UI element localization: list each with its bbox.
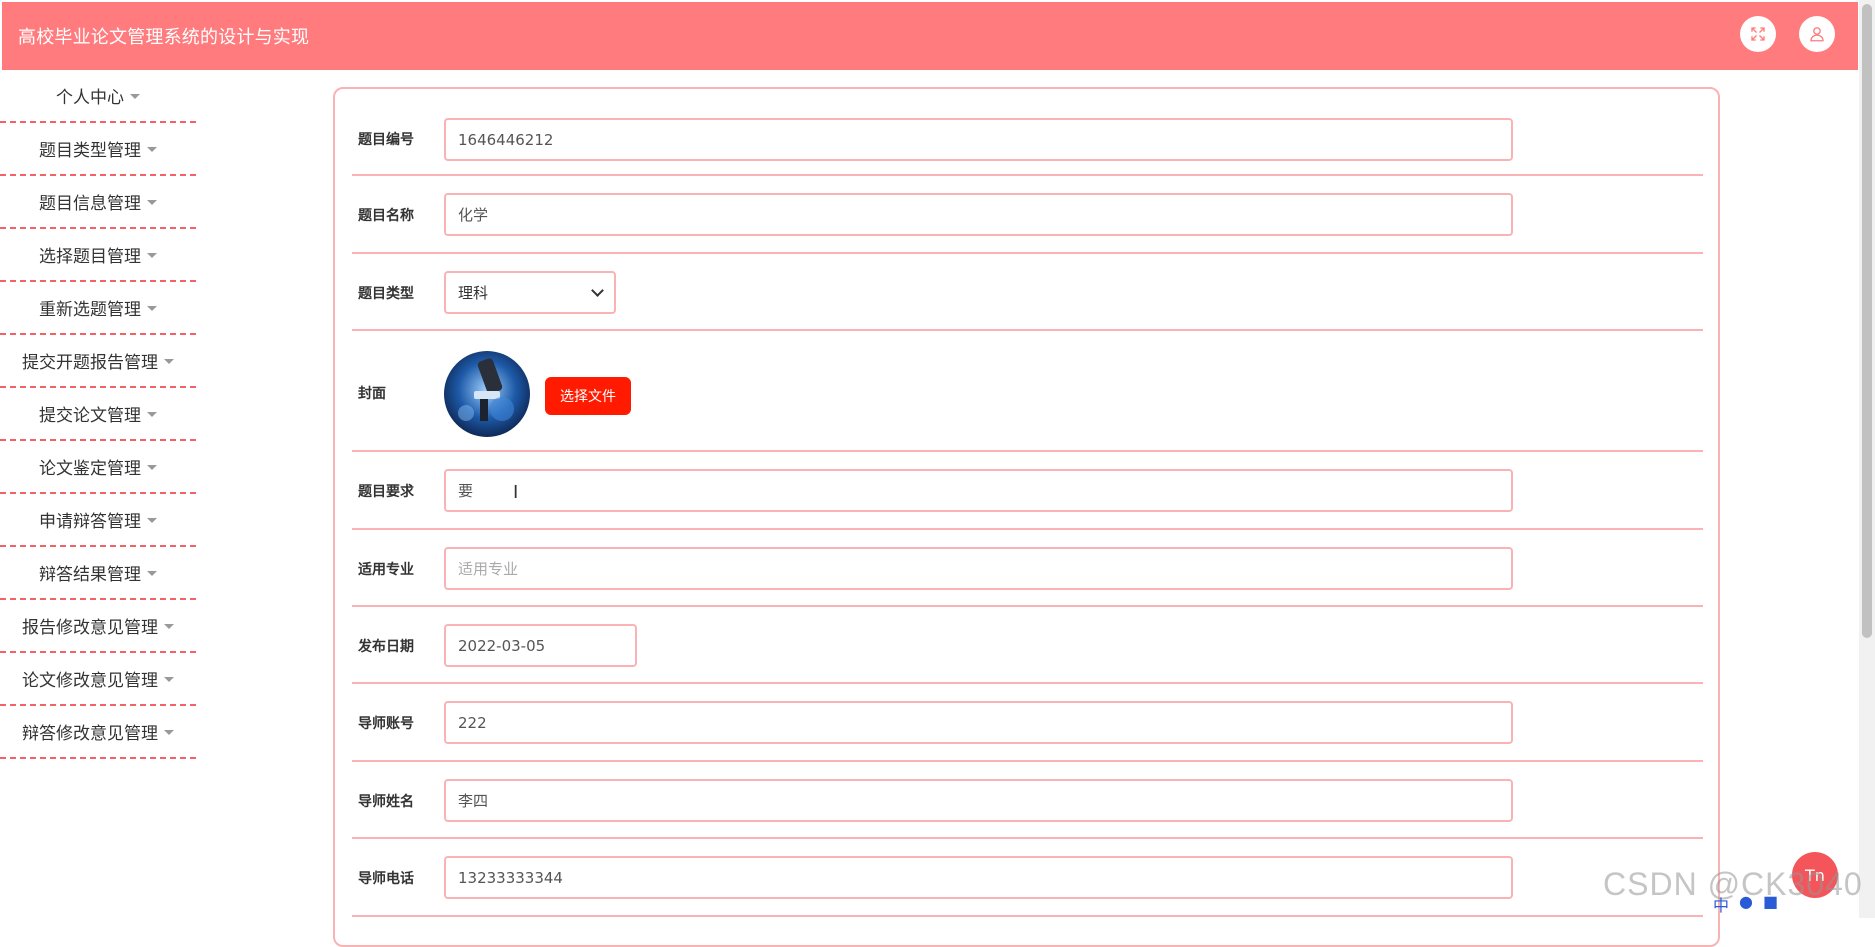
caret-down-icon (147, 253, 157, 258)
tutor-phone-input[interactable] (444, 856, 1513, 899)
publish-date-label: 发布日期 (358, 639, 414, 655)
sidebar-item-topic-type[interactable]: 题目类型管理 (0, 123, 196, 176)
topic-no-input[interactable] (444, 118, 1513, 161)
sidebar-item-personal-center[interactable]: 个人中心 (0, 70, 196, 123)
caret-down-icon (147, 412, 157, 417)
caret-down-icon (164, 359, 174, 364)
tutor-account-label: 导师账号 (358, 716, 414, 732)
caret-down-icon (164, 624, 174, 629)
sidebar-item-submit-thesis[interactable]: 提交论文管理 (0, 388, 196, 441)
topic-name-input[interactable] (444, 193, 1513, 236)
caret-down-icon (147, 306, 157, 311)
sidebar-menu: 个人中心 题目类型管理 题目信息管理 选择题目管理 重新选题管理 提交开题报告管… (0, 70, 200, 759)
microphone-icon[interactable]: ● (1739, 892, 1753, 916)
sidebar-item-label: 个人中心 (56, 88, 124, 108)
sidebar-item-label: 辩答修改意见管理 (22, 724, 158, 744)
fullscreen-button[interactable] (1740, 16, 1776, 52)
major-label: 适用专业 (358, 562, 414, 578)
microscope-image (444, 351, 530, 437)
form-row-topic-name: 题目名称 (352, 176, 1703, 254)
top-header: 高校毕业论文管理系统的设计与实现 (2, 2, 1858, 70)
topic-type-value: 理科 (458, 284, 489, 302)
cover-label: 封面 (358, 386, 386, 402)
caret-down-icon (147, 465, 157, 470)
caret-down-icon (130, 94, 140, 99)
form-row-tutor-name: 导师姓名 (352, 762, 1703, 839)
page-scrollbar[interactable] (1859, 0, 1875, 918)
fullscreen-icon (1751, 27, 1765, 41)
requirement-label: 题目要求 (358, 484, 414, 500)
sidebar-item-label: 申请辩答管理 (39, 512, 141, 532)
sidebar-item-label: 论文修改意见管理 (22, 671, 158, 691)
tutor-account-input[interactable] (444, 701, 1513, 744)
sidebar-item-label: 重新选题管理 (39, 300, 141, 320)
sidebar-item-defense-result[interactable]: 辩答结果管理 (0, 547, 196, 600)
form-row-requirement: 题目要求 (352, 452, 1703, 530)
sidebar-item-thesis-feedback[interactable]: 论文修改意见管理 (0, 653, 196, 706)
text-cursor-icon: I (513, 482, 519, 503)
sidebar-item-report-feedback[interactable]: 报告修改意见管理 (0, 600, 196, 653)
sidebar-item-label: 题目类型管理 (39, 141, 141, 161)
tutor-name-input[interactable] (444, 779, 1513, 822)
sidebar-item-defense-feedback[interactable]: 辩答修改意见管理 (0, 706, 196, 759)
sidebar-item-label: 提交论文管理 (39, 406, 141, 426)
form-row-tutor-phone: 导师电话 (352, 839, 1703, 917)
topic-name-label: 题目名称 (358, 208, 414, 224)
caret-down-icon (147, 147, 157, 152)
ime-indicator[interactable]: 中 (1713, 892, 1729, 916)
form-row-topic-no: 题目编号 (352, 105, 1703, 176)
form-row-publish-date: 发布日期 (352, 607, 1703, 684)
tutor-phone-label: 导师电话 (358, 871, 414, 887)
publish-date-input[interactable] (444, 624, 637, 667)
system-tray: 中 ● ■ (1713, 892, 1778, 916)
sidebar-item-defense-apply[interactable]: 申请辩答管理 (0, 494, 196, 547)
topic-type-label: 题目类型 (358, 286, 414, 302)
sidebar-item-reselect-topic[interactable]: 重新选题管理 (0, 282, 196, 335)
choose-file-button[interactable]: 选择文件 (545, 377, 631, 415)
caret-down-icon (147, 518, 157, 523)
form-row-tutor-account: 导师账号 (352, 684, 1703, 762)
topic-type-select[interactable]: 理科 (444, 271, 616, 314)
caret-down-icon (147, 200, 157, 205)
requirement-input[interactable] (444, 469, 1513, 512)
user-icon (1810, 27, 1824, 42)
caret-down-icon (147, 571, 157, 576)
form-row-topic-type: 题目类型 理科 (352, 254, 1703, 331)
sidebar-item-label: 论文鉴定管理 (39, 459, 141, 479)
chevron-down-icon (591, 284, 604, 297)
scrollbar-thumb[interactable] (1862, 4, 1872, 638)
major-input[interactable] (444, 547, 1513, 590)
sidebar-item-topic-info[interactable]: 题目信息管理 (0, 176, 196, 229)
topic-edit-form: 题目编号 题目名称 题目类型 理科 封面 (333, 87, 1720, 947)
form-row-major: 适用专业 (352, 530, 1703, 607)
sidebar-item-label: 提交开题报告管理 (22, 353, 158, 373)
sidebar-item-select-topic[interactable]: 选择题目管理 (0, 229, 196, 282)
user-button[interactable] (1799, 16, 1835, 52)
cover-image (444, 351, 530, 437)
sidebar-item-label: 选择题目管理 (39, 247, 141, 267)
topic-no-label: 题目编号 (358, 132, 414, 148)
settings-icon[interactable]: ■ (1763, 892, 1778, 916)
caret-down-icon (164, 677, 174, 682)
tutor-name-label: 导师姓名 (358, 794, 414, 810)
form-row-cover: 封面 选择文件 (352, 331, 1703, 452)
sidebar-item-label: 题目信息管理 (39, 194, 141, 214)
app-title: 高校毕业论文管理系统的设计与实现 (18, 27, 310, 48)
sidebar-item-label: 报告修改意见管理 (22, 618, 158, 638)
sidebar-item-thesis-appraisal[interactable]: 论文鉴定管理 (0, 441, 196, 494)
sidebar-item-proposal-report[interactable]: 提交开题报告管理 (0, 335, 196, 388)
caret-down-icon (164, 730, 174, 735)
sidebar-item-label: 辩答结果管理 (39, 565, 141, 585)
